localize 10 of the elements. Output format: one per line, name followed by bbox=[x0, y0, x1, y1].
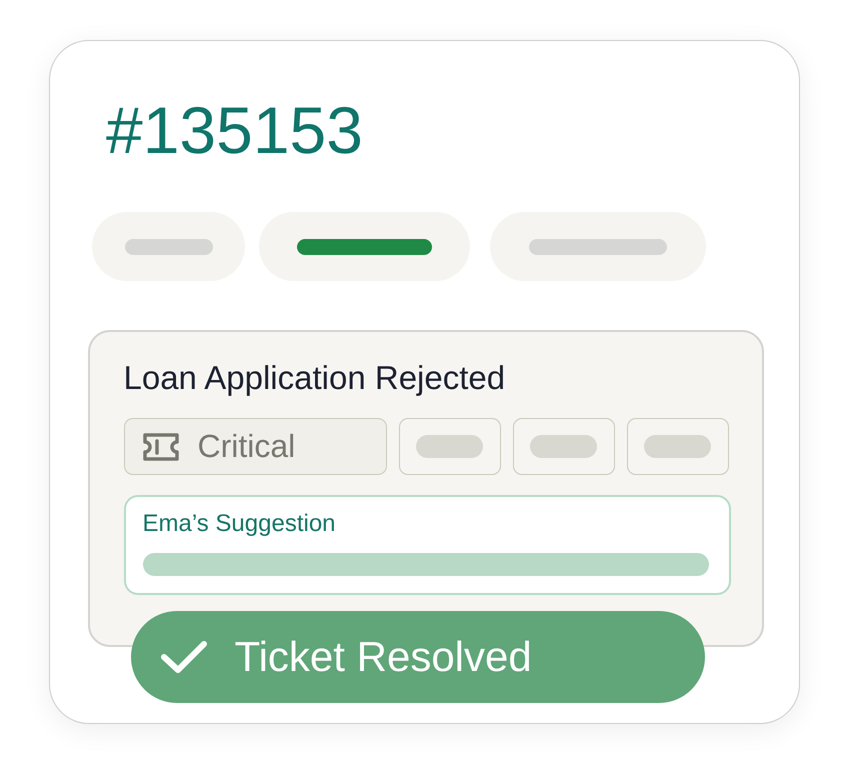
skeleton-bar bbox=[416, 435, 483, 458]
suggestion-label: Ema’s Suggestion bbox=[142, 510, 336, 538]
skeleton-bar bbox=[644, 435, 711, 458]
skeleton-bar bbox=[530, 435, 597, 458]
tag-label: Critical bbox=[198, 428, 296, 465]
check-icon bbox=[160, 641, 208, 673]
status-text: Ticket Resolved bbox=[234, 633, 532, 681]
ticket-icon bbox=[142, 432, 178, 460]
ticket-title: Loan Application Rejected bbox=[124, 358, 506, 396]
ticket-number: #135153 bbox=[106, 92, 363, 168]
